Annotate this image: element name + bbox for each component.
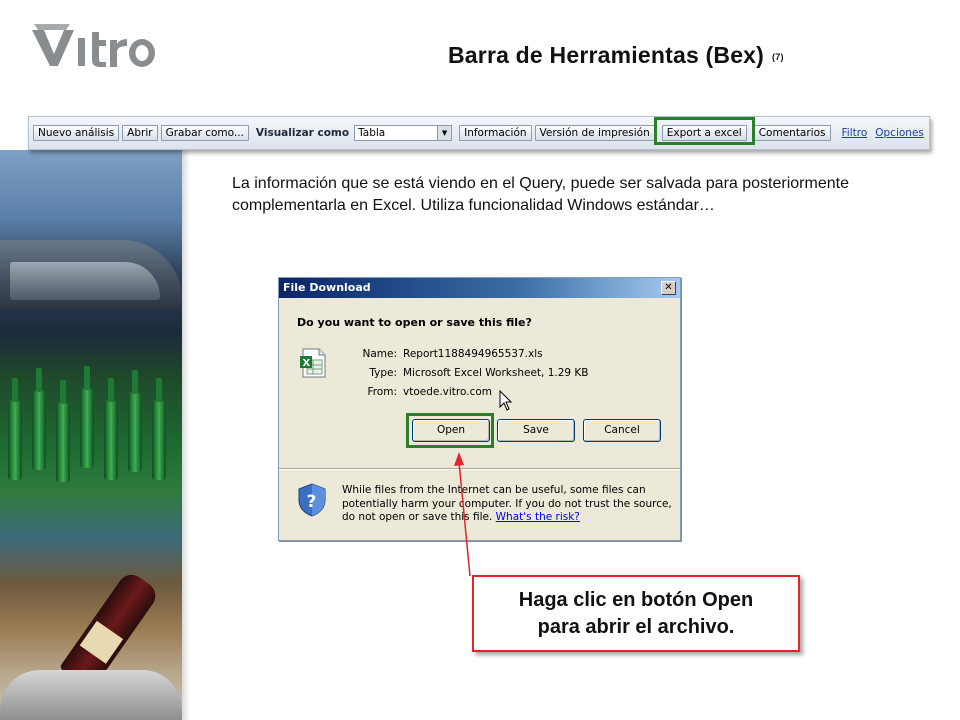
strip-shadow	[182, 150, 190, 720]
view-as-value: Tabla	[358, 127, 386, 139]
from-label: From:	[367, 386, 397, 398]
new-analysis-button[interactable]: Nuevo análisis	[33, 125, 120, 141]
from-value: vtoede.vitro.com	[403, 386, 493, 398]
print-version-button[interactable]: Versión de impresión	[534, 125, 655, 141]
options-link[interactable]: Opciones	[875, 127, 924, 139]
dialog-title: File Download	[283, 281, 371, 294]
dialog-titlebar: File Download ✕	[279, 278, 680, 298]
open-button[interactable]: Abrir	[122, 125, 158, 141]
car-window-image	[10, 262, 160, 300]
name-value: Report1188494965537.xls	[403, 348, 543, 360]
description-text: La información que se está viendo en el …	[232, 175, 849, 214]
dialog-question: Do you want to open or save this file?	[297, 316, 532, 329]
green-bottle-image	[80, 366, 94, 468]
type-value: Microsoft Excel Worksheet, 1.29 KB	[403, 367, 589, 379]
svg-text:?: ?	[307, 492, 317, 512]
green-bottle-image	[104, 378, 118, 480]
whats-the-risk-link[interactable]: What's the risk?	[496, 511, 580, 523]
dropdown-arrow-icon[interactable]: ▼	[437, 126, 452, 140]
callout-text: Haga clic en botón Open para abrir el ar…	[519, 587, 753, 641]
green-bottle-image	[32, 368, 46, 470]
open-button-highlight	[406, 413, 494, 448]
car-front-image	[0, 670, 182, 720]
callout-line-2: para abrir el archivo.	[537, 615, 735, 638]
view-as-select[interactable]: Tabla ▼	[354, 125, 453, 141]
cancel-dialog-button[interactable]: Cancel	[583, 419, 661, 442]
green-bottle-image	[152, 378, 166, 480]
green-bottle-image	[128, 370, 142, 472]
svg-text:X: X	[303, 358, 311, 369]
file-name-row: Name: Report1188494965537.xls	[349, 348, 543, 360]
comments-button[interactable]: Comentarios	[753, 125, 831, 141]
dialog-separator	[279, 468, 680, 470]
slide-title: Barra de Herramientas (Bex) (7)	[448, 42, 784, 69]
decorative-photo-collage	[0, 150, 182, 720]
save-as-button[interactable]: Grabar como...	[160, 125, 249, 141]
instruction-callout: Haga clic en botón Open para abrir el ar…	[472, 575, 800, 652]
excel-file-icon: X	[300, 348, 326, 378]
file-type-row: Type: Microsoft Excel Worksheet, 1.29 KB	[349, 367, 589, 379]
file-from-row: From: vtoede.vitro.com	[349, 386, 492, 398]
green-bottle-image	[56, 380, 70, 482]
callout-line-1: Haga clic en botón Open	[518, 588, 754, 611]
bex-toolbar: Nuevo análisis Abrir Grabar como... Visu…	[28, 116, 930, 150]
filter-link[interactable]: Filtro	[842, 127, 868, 139]
security-shield-icon: ?	[298, 483, 326, 517]
name-label: Name:	[362, 348, 397, 360]
green-bottle-image	[8, 378, 22, 480]
save-dialog-button[interactable]: Save	[497, 419, 575, 442]
security-warning: While files from the Internet can be use…	[342, 484, 672, 525]
vitro-logo	[32, 24, 155, 67]
toolbar-row: Nuevo análisis Abrir Grabar como... Visu…	[33, 124, 924, 142]
slide-number: (7)	[772, 51, 784, 62]
export-excel-highlight	[654, 117, 755, 145]
title-text: Barra de Herramientas (Bex)	[448, 42, 765, 68]
view-as-label: Visualizar como	[255, 127, 350, 139]
close-icon[interactable]: ✕	[661, 281, 676, 295]
type-label: Type:	[369, 367, 397, 379]
mouse-cursor-icon	[499, 390, 513, 411]
information-button[interactable]: Información	[459, 125, 532, 141]
file-download-dialog: File Download ✕ Do you want to open or s…	[278, 277, 681, 541]
